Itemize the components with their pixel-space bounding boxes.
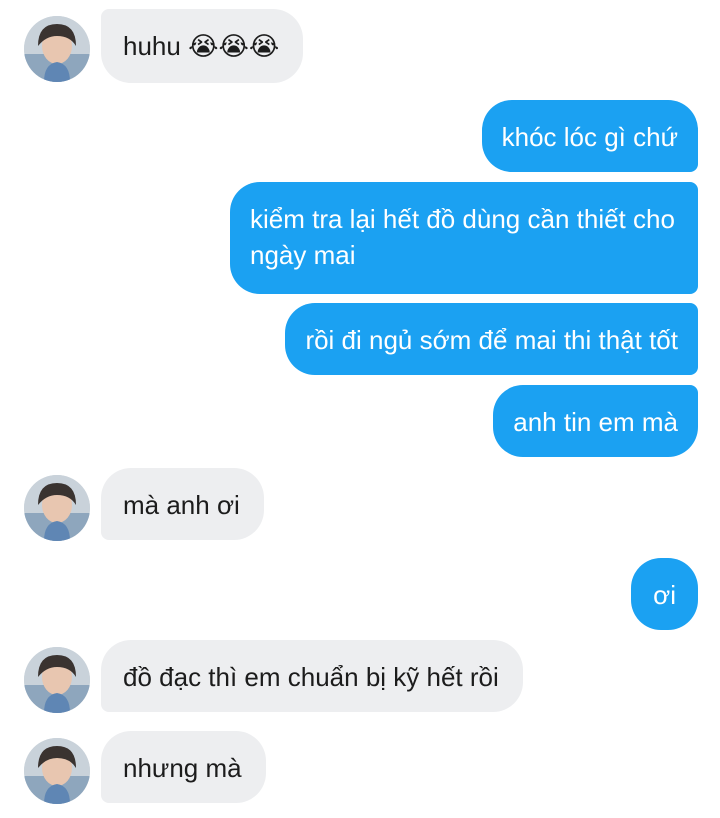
message-bubble-outgoing[interactable]: rồi đi ngủ sớm để mai thi thật tốt	[285, 303, 698, 375]
contact-avatar-icon[interactable]	[24, 16, 90, 82]
message-bubble-incoming[interactable]: huhu 😭😭😭	[101, 9, 304, 83]
message-bubble-outgoing[interactable]: ơi	[631, 558, 698, 630]
message-text: ơi	[653, 580, 676, 610]
contact-avatar-icon[interactable]	[24, 738, 90, 804]
message-bubble-outgoing[interactable]: anh tin em mà	[493, 385, 698, 457]
message-bubble-incoming[interactable]: mà anh ơi	[101, 468, 264, 540]
message-text: rồi đi ngủ sớm để mai thi thật tốt	[305, 325, 678, 355]
message-bubble-outgoing[interactable]: kiểm tra lại hết đồ dùng cần thiết cho n…	[230, 182, 698, 294]
message-bubble-incoming[interactable]: nhưng mà	[101, 731, 266, 803]
message-text: nhưng mà	[123, 753, 242, 783]
message-text: huhu 😭😭😭	[123, 31, 280, 61]
message-bubble-outgoing[interactable]: khóc lóc gì chứ	[481, 100, 698, 172]
message-text: mà anh ơi	[123, 490, 240, 520]
message-text: kiểm tra lại hết đồ dùng cần thiết cho n…	[250, 204, 675, 270]
message-text: anh tin em mà	[513, 407, 678, 437]
message-text: khóc lóc gì chứ	[501, 122, 678, 152]
message-bubble-incoming[interactable]: đồ đạc thì em chuẩn bị kỹ hết rồi	[101, 640, 523, 712]
contact-avatar-icon[interactable]	[24, 647, 90, 713]
message-text: đồ đạc thì em chuẩn bị kỹ hết rồi	[123, 662, 499, 692]
contact-avatar-icon[interactable]	[24, 475, 90, 541]
